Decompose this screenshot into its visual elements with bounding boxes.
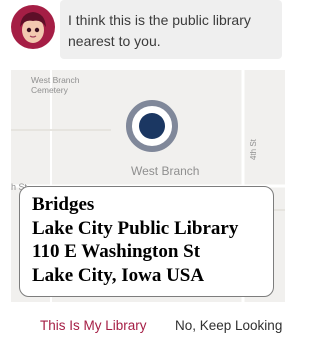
libby-owl-avatar-icon	[11, 5, 55, 49]
location-pin-icon[interactable]	[126, 100, 178, 152]
library-name: Lake City Public Library	[32, 217, 239, 239]
library-system-name: Bridges	[32, 194, 95, 215]
owl-avatar-graphic	[20, 12, 46, 43]
street-label: 4th St	[249, 139, 258, 160]
library-info-card: Bridges Lake City Public Library 110 E W…	[19, 186, 274, 297]
town-label: West Branch	[131, 164, 200, 178]
location-pin-core	[139, 113, 165, 139]
this-is-my-library-button[interactable]: This Is My Library	[40, 318, 147, 333]
message-bubble: I think this is the public library neare…	[60, 0, 282, 59]
action-bar: This Is My Library No, Keep Looking	[0, 318, 285, 338]
library-city: Lake City, Iowa USA	[32, 264, 205, 286]
message-text: I think this is the public library neare…	[68, 12, 251, 49]
library-street: 110 E Washington St	[32, 241, 201, 262]
keep-looking-button[interactable]: No, Keep Looking	[175, 318, 282, 333]
cemetery-label: West Branch Cemetery	[31, 75, 80, 95]
